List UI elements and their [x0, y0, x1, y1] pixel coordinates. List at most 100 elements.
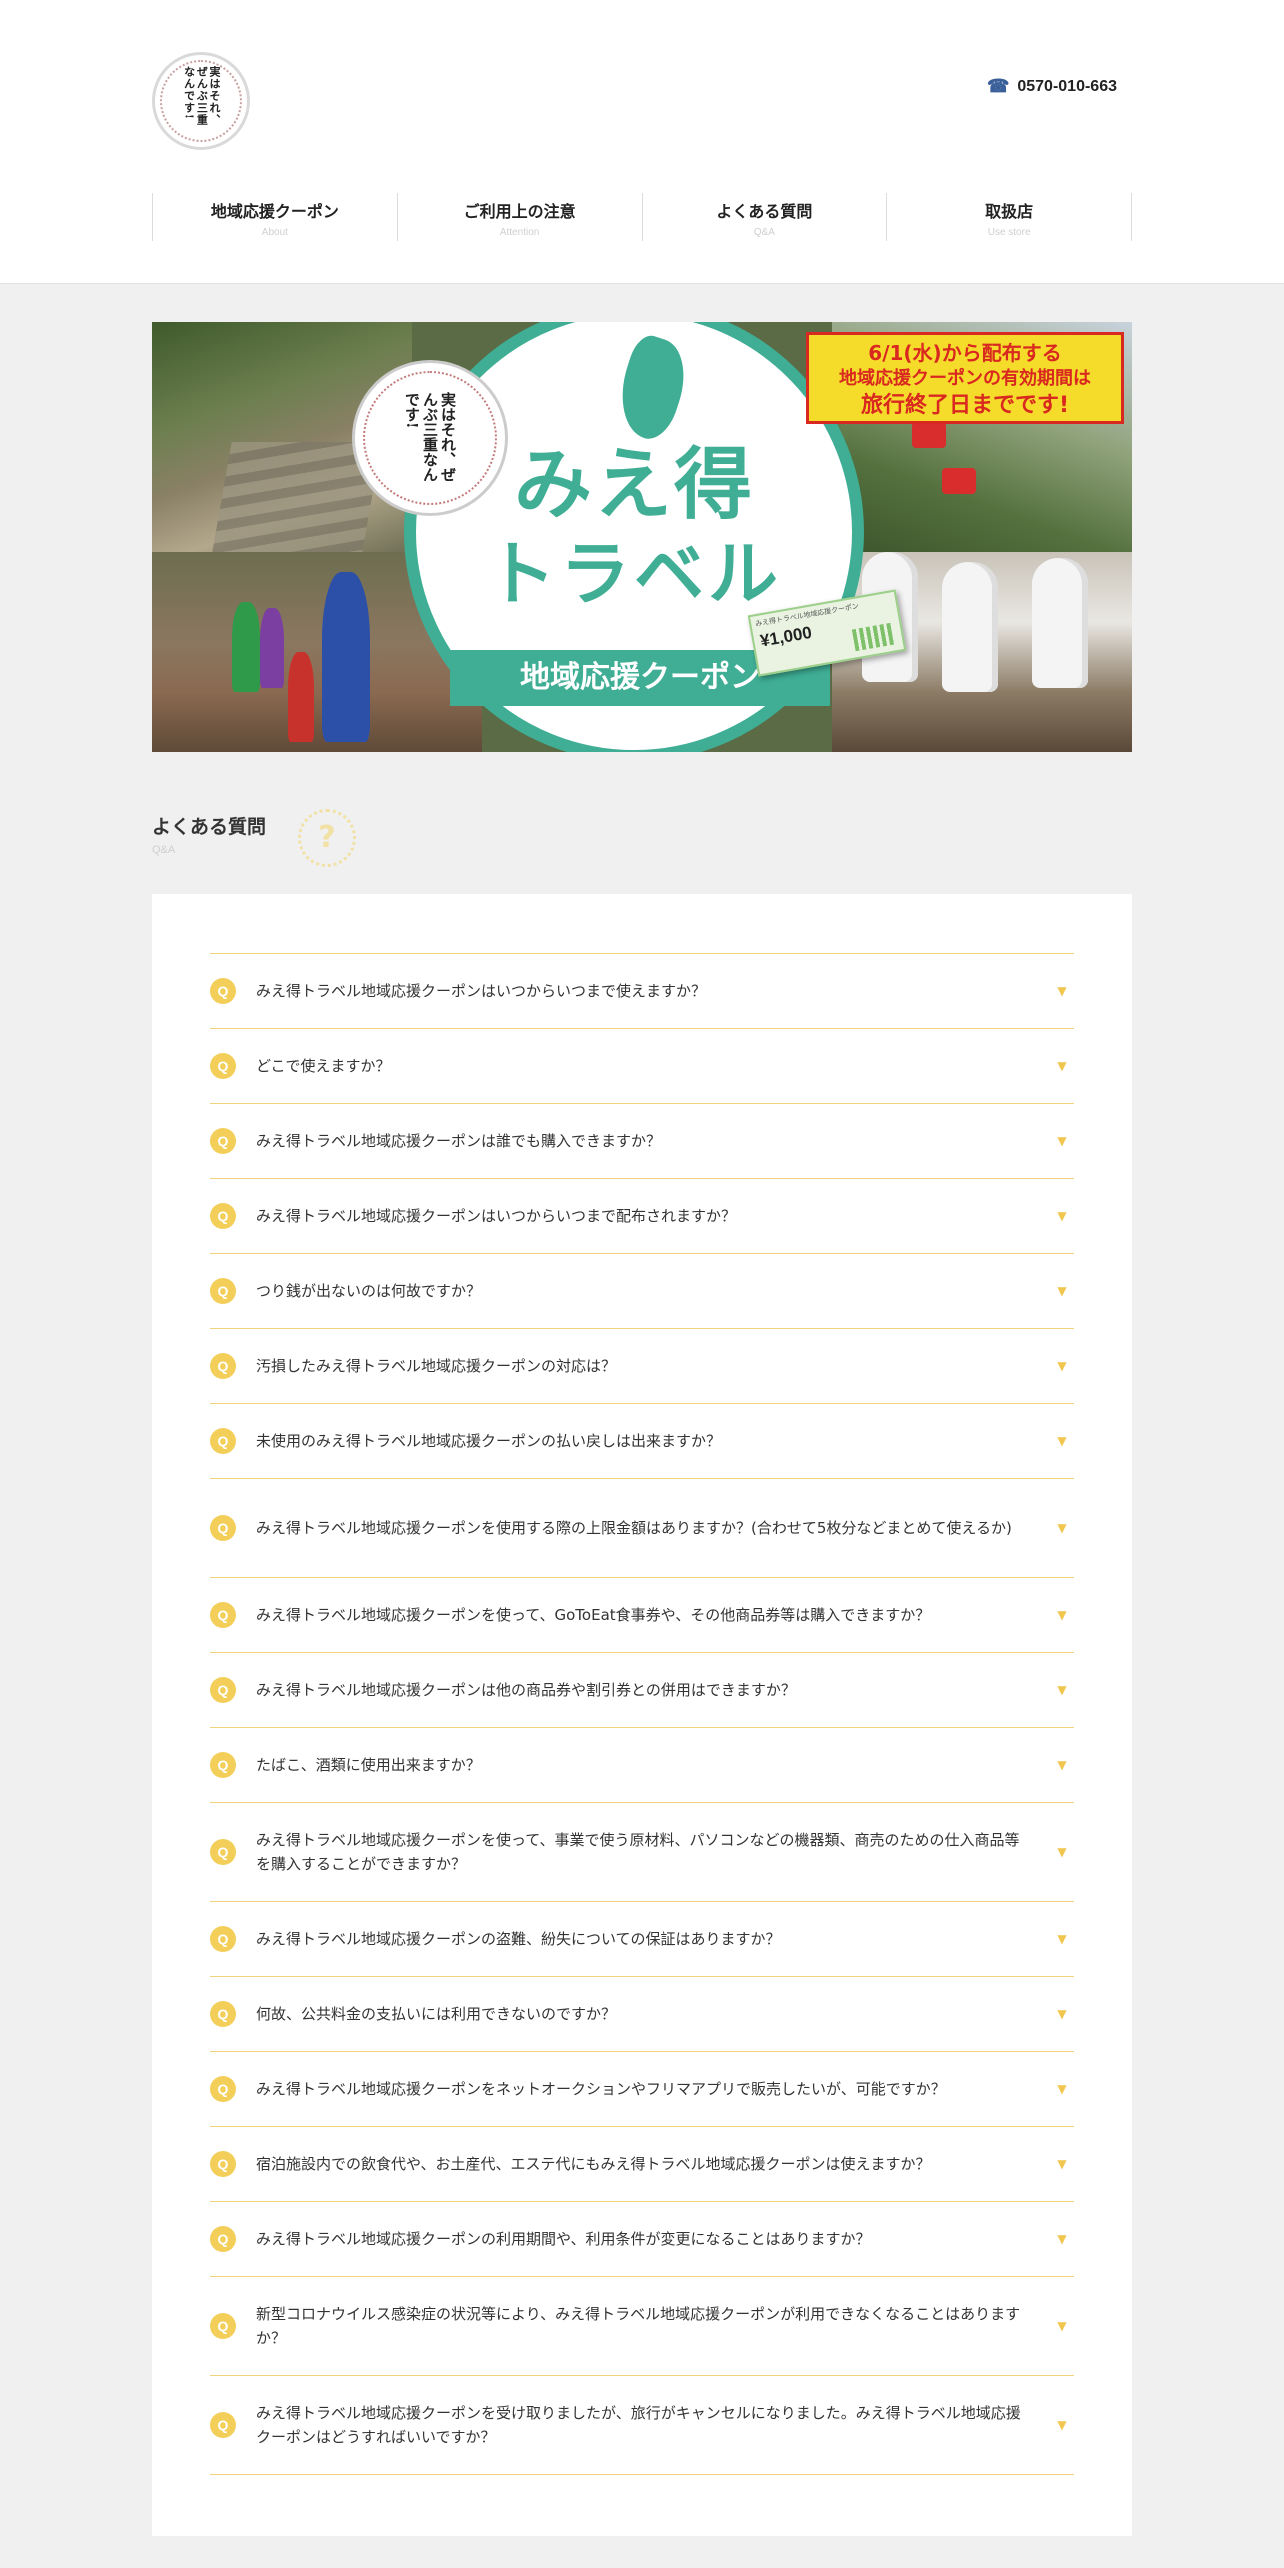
triangle-down-icon[interactable]: ▼	[1050, 1284, 1074, 1298]
q-badge-icon: Q	[210, 2313, 236, 2339]
site-logo[interactable]: 実はそれ、ぜんぶ三重なんです!	[152, 52, 250, 150]
q-badge-icon: Q	[210, 1128, 236, 1154]
triangle-down-icon[interactable]: ▼	[1050, 1608, 1074, 1622]
q-badge-icon: Q	[210, 2412, 236, 2438]
q-badge-icon: Q	[210, 2226, 236, 2252]
triangle-down-icon[interactable]: ▼	[1050, 2157, 1074, 2171]
triangle-down-icon[interactable]: ▼	[1050, 2082, 1074, 2096]
q-badge-icon: Q	[210, 1926, 236, 1952]
q-badge-icon: Q	[210, 1677, 236, 1703]
q-badge-icon: Q	[210, 1203, 236, 1229]
nav-item-faq[interactable]: よくある質問 Q&A	[643, 193, 888, 241]
notice-line2: 地域応援クーポンの有効期間は	[839, 368, 1091, 389]
faq-question: みえ得トラベル地域応援クーポンを使用する際の上限金額はありますか？(合わせて5枚…	[256, 1519, 1012, 1537]
faq-item[interactable]: Q つり銭が出ないのは何故ですか？ ▼	[210, 1254, 1074, 1329]
notice-line3: 旅行終了日までです!	[860, 393, 1070, 418]
faq-item[interactable]: Q みえ得トラベル地域応援クーポンをネットオークションやフリマアプリで販売したいが…	[210, 2052, 1074, 2127]
faq-item[interactable]: Q みえ得トラベル地域応援クーポンを受け取りましたが、旅行がキャンセルになりました…	[210, 2376, 1074, 2475]
faq-question: 汚損したみえ得トラベル地域応援クーポンの対応は？	[256, 1357, 617, 1375]
faq-item[interactable]: Q みえ得トラベル地域応援クーポンはいつからいつまで使えますか？ ▼	[210, 954, 1074, 1029]
triangle-down-icon[interactable]: ▼	[1050, 2418, 1074, 2432]
faq-question: 宿泊施設内での飲食代や、お土産代、エステ代にもみえ得トラベル地域応援クーポンは使…	[256, 2155, 931, 2173]
q-badge-icon: Q	[210, 1278, 236, 1304]
site-header: 実はそれ、ぜんぶ三重なんです! ☎ 0570-010-663 地域応援クーポン …	[0, 0, 1284, 284]
triangle-down-icon[interactable]: ▼	[1050, 1134, 1074, 1148]
faq-question: 新型コロナウイルス感染症の状況等により、みえ得トラベル地域応援クーポンが利用でき…	[256, 2305, 1021, 2347]
nav-sublabel: Attention	[499, 227, 540, 238]
nav-item-attention[interactable]: ご利用上の注意 Attention	[398, 193, 643, 241]
faq-item[interactable]: Q 汚損したみえ得トラベル地域応援クーポンの対応は？ ▼	[210, 1329, 1074, 1404]
q-badge-icon: Q	[210, 2001, 236, 2027]
faq-question: 何故、公共料金の支払いには利用できないのですか？	[256, 2005, 617, 2023]
triangle-down-icon[interactable]: ▼	[1050, 1359, 1074, 1373]
q-badge-icon: Q	[210, 1515, 236, 1541]
triangle-down-icon[interactable]: ▼	[1050, 1209, 1074, 1223]
q-badge-icon: Q	[210, 1839, 236, 1865]
faq-item[interactable]: Q 未使用のみえ得トラベル地域応援クーポンの払い戻しは出来ますか？ ▼	[210, 1404, 1074, 1479]
logo-text: 実はそれ、ぜんぶ三重なんです!	[182, 66, 221, 126]
faq-item[interactable]: Q みえ得トラベル地域応援クーポンを使って、事業で使う原材料、パソコンなどの機器類…	[210, 1803, 1074, 1902]
banner-title-line2: トラベル	[486, 533, 782, 615]
q-badge-icon: Q	[210, 2151, 236, 2177]
faq-item[interactable]: Q 宿泊施設内での飲食代や、お土産代、エステ代にもみえ得トラベル地域応援クーポンは…	[210, 2127, 1074, 2202]
faq-item[interactable]: Q みえ得トラベル地域応援クーポンの利用期間や、利用条件が変更になることはあります…	[210, 2202, 1074, 2277]
triangle-down-icon[interactable]: ▼	[1050, 2232, 1074, 2246]
faq-item[interactable]: Q みえ得トラベル地域応援クーポンを使って、GoToEat食事券や、その他商品券等…	[210, 1578, 1074, 1653]
faq-heading: よくある質問 Q&A ?	[152, 809, 356, 867]
faq-item[interactable]: Q 何故、公共料金の支払いには利用できないのですか？ ▼	[210, 1977, 1074, 2052]
q-badge-icon: Q	[210, 1053, 236, 1079]
faq-question: みえ得トラベル地域応援クーポンを使って、事業で使う原材料、パソコンなどの機器類、…	[256, 1831, 1020, 1873]
banner-notice: 6/1(水)から配布する 地域応援クーポンの有効期間は 旅行終了日までです!	[806, 332, 1124, 424]
faq-question: どこで使えますか？	[256, 1057, 391, 1075]
triangle-down-icon[interactable]: ▼	[1050, 1845, 1074, 1859]
hero-banner: みえ得 トラベル 地域応援クーポン 実はそれ、ぜんぶ三重なんです! 6/1(水)…	[152, 322, 1132, 752]
faq-item[interactable]: Q みえ得トラベル地域応援クーポンを使用する際の上限金額はありますか？(合わせて5…	[210, 1479, 1074, 1578]
nav-label: ご利用上の注意	[463, 202, 576, 221]
faq-title: よくある質問	[152, 816, 267, 838]
faq-item[interactable]: Q たばこ、酒類に使用出来ますか？ ▼	[210, 1728, 1074, 1803]
phone-number: 0570-010-663	[1017, 77, 1117, 95]
triangle-down-icon[interactable]: ▼	[1050, 2319, 1074, 2333]
banner-badge: 実はそれ、ぜんぶ三重なんです!	[352, 360, 508, 516]
triangle-down-icon[interactable]: ▼	[1050, 2007, 1074, 2021]
q-badge-icon: Q	[210, 1602, 236, 1628]
badge-text: 実はそれ、ぜんぶ三重なんです!	[403, 392, 457, 482]
faq-question: みえ得トラベル地域応援クーポンの利用期間や、利用条件が変更になることはありますか…	[256, 2230, 871, 2248]
faq-subtitle: Q&A	[152, 844, 176, 856]
nav-sublabel: Use store	[987, 227, 1031, 238]
nav-label: 取扱店	[985, 202, 1034, 221]
nav-sublabel: About	[261, 227, 288, 238]
faq-item[interactable]: Q みえ得トラベル地域応援クーポンは誰でも購入できますか？ ▼	[210, 1104, 1074, 1179]
phone-contact[interactable]: ☎ 0570-010-663	[987, 76, 1117, 97]
faq-question: みえ得トラベル地域応援クーポンは誰でも購入できますか？	[256, 1132, 662, 1150]
triangle-down-icon[interactable]: ▼	[1050, 1683, 1074, 1697]
faq-item[interactable]: Q みえ得トラベル地域応援クーポンはいつからいつまで配布されますか？ ▼	[210, 1179, 1074, 1254]
faq-question: みえ得トラベル地域応援クーポンの盗難、紛失についての保証はありますか？	[256, 1930, 781, 1948]
faq-question: みえ得トラベル地域応援クーポンを使って、GoToEat食事券や、その他商品券等は…	[256, 1606, 931, 1624]
faq-item[interactable]: Q どこで使えますか？ ▼	[210, 1029, 1074, 1104]
triangle-down-icon[interactable]: ▼	[1050, 1434, 1074, 1448]
triangle-down-icon[interactable]: ▼	[1050, 1932, 1074, 1946]
triangle-down-icon[interactable]: ▼	[1050, 984, 1074, 998]
faq-question: みえ得トラベル地域応援クーポンはいつからいつまで配布されますか？	[256, 1207, 737, 1225]
triangle-down-icon[interactable]: ▼	[1050, 1059, 1074, 1073]
faq-question: みえ得トラベル地域応援クーポンはいつからいつまで使えますか？	[256, 982, 707, 1000]
faq-list: Q みえ得トラベル地域応援クーポンはいつからいつまで使えますか？ ▼ Q どこで使えま…	[210, 953, 1074, 2475]
nav-sublabel: Q&A	[753, 227, 775, 238]
triangle-down-icon[interactable]: ▼	[1050, 1521, 1074, 1535]
nav-item-coupon[interactable]: 地域応援クーポン About	[153, 193, 398, 241]
faq-item[interactable]: Q 新型コロナウイルス感染症の状況等により、みえ得トラベル地域応援クーポンが利用で…	[210, 2277, 1074, 2376]
faq-question: みえ得トラベル地域応援クーポンをネットオークションやフリマアプリで販売したいが、…	[256, 2080, 946, 2098]
q-badge-icon: Q	[210, 1752, 236, 1778]
q-badge-icon: Q	[210, 2076, 236, 2102]
nav-item-stores[interactable]: 取扱店 Use store	[887, 193, 1132, 241]
faq-item[interactable]: Q みえ得トラベル地域応援クーポンの盗難、紛失についての保証はありますか？ ▼	[210, 1902, 1074, 1977]
faq-item[interactable]: Q みえ得トラベル地域応援クーポンは他の商品券や割引券との併用はできますか？ ▼	[210, 1653, 1074, 1728]
faq-question: 未使用のみえ得トラベル地域応援クーポンの払い戻しは出来ますか？	[256, 1432, 722, 1450]
triangle-down-icon[interactable]: ▼	[1050, 1758, 1074, 1772]
nav-label: よくある質問	[716, 202, 813, 221]
phone-icon: ☎	[986, 76, 1010, 96]
q-badge-icon: Q	[210, 1353, 236, 1379]
faq-question: みえ得トラベル地域応援クーポンを受け取りましたが、旅行がキャンセルになりました。…	[256, 2404, 1021, 2446]
question-icon: ?	[298, 809, 356, 867]
